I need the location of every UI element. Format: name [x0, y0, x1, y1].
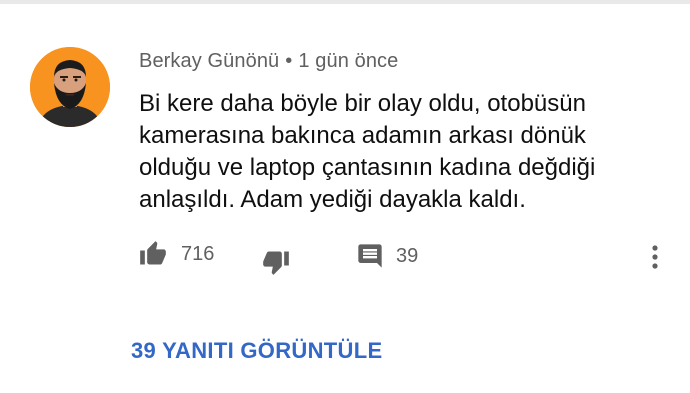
- comment-text-line: olduğu ve laptop çantasının kadına değdi…: [139, 154, 596, 181]
- avatar-image: [30, 47, 110, 127]
- avatar[interactable]: [30, 47, 110, 127]
- comment-text-line: anlaşıldı. Adam yediği dayakla kaldı.: [139, 186, 526, 213]
- comment-timestamp[interactable]: 1 gün önce: [298, 50, 398, 72]
- thumb-down-icon: [263, 251, 289, 275]
- more-options-button[interactable]: [645, 243, 665, 271]
- top-divider: [0, 0, 690, 4]
- header-separator: •: [285, 50, 293, 72]
- comment-header: Berkay Günönü • 1 gün önce: [139, 50, 398, 73]
- reply-count: 39: [396, 244, 419, 267]
- comment-text-line: Bi kere daha böyle bir olay oldu, otobüs…: [139, 90, 586, 117]
- like-button[interactable]: 716: [139, 240, 214, 268]
- dislike-button[interactable]: [262, 248, 290, 276]
- comment-icon: [358, 244, 382, 268]
- like-count: 716: [181, 242, 215, 265]
- author-name[interactable]: Berkay Günönü: [139, 50, 279, 72]
- comment-text: Bi kere daha böyle bir olay oldu, otobüs…: [139, 88, 669, 216]
- more-vert-icon: [652, 245, 658, 269]
- reply-button[interactable]: 39: [356, 242, 418, 270]
- view-replies-button[interactable]: 39 YANITI GÖRÜNTÜLE: [131, 338, 382, 364]
- comment-text-line: kamerasına bakınca adamın arkası dönük: [139, 122, 586, 149]
- thumb-up-icon: [140, 241, 166, 265]
